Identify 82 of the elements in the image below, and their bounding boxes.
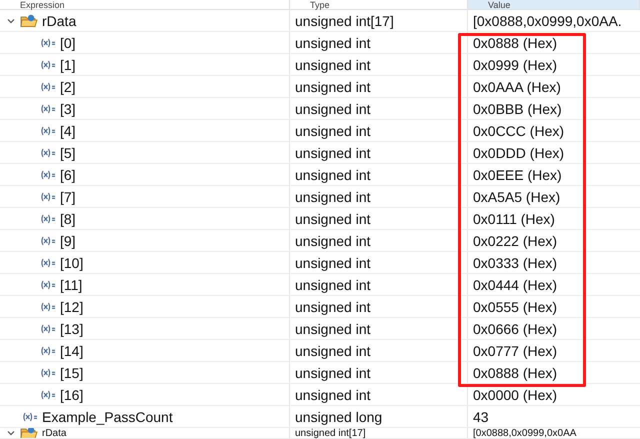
type-cell: unsigned int (290, 274, 468, 295)
expression-text[interactable]: [9] (60, 230, 76, 251)
expression-text[interactable]: [0] (60, 32, 76, 53)
type-cell: unsigned int (290, 340, 468, 361)
variable-icon (40, 214, 56, 224)
type-cell: unsigned int (290, 54, 468, 75)
expression-text[interactable]: [1] (60, 54, 76, 75)
expression-text[interactable]: [3] (60, 98, 76, 119)
variable-icon (40, 346, 56, 356)
value-cell[interactable]: 0x0222 (Hex) (468, 230, 640, 252)
type-cell: unsigned int (290, 208, 468, 229)
variable-icon (40, 170, 56, 180)
variable-icon (40, 302, 56, 312)
type-cell: unsigned int (290, 252, 468, 273)
folder-icon (20, 14, 38, 28)
expression-text[interactable]: [7] (60, 186, 76, 207)
value-cell[interactable]: 0x0888 (Hex) (468, 362, 640, 384)
value-cell[interactable]: 0x0999 (Hex) (468, 54, 640, 76)
variable-icon (40, 258, 56, 268)
type-cell: unsigned int (290, 384, 468, 405)
variable-icon (22, 412, 38, 422)
type-cell: unsigned int (290, 98, 468, 119)
value-cell[interactable]: 0xA5A5 (Hex) (468, 186, 640, 208)
expression-text[interactable]: [5] (60, 142, 76, 163)
type-cell: unsigned int (290, 32, 468, 53)
expression-text[interactable]: [16] (60, 384, 84, 405)
variable-icon (40, 192, 56, 202)
expression-text[interactable]: [2] (60, 76, 76, 97)
variable-icon (40, 148, 56, 158)
variable-icon (40, 368, 56, 378)
column-header[interactable]: Value (468, 0, 640, 9)
variable-icon (40, 104, 56, 114)
expression-text[interactable]: [4] (60, 120, 76, 141)
value-cell[interactable]: 0x0000 (Hex) (468, 384, 640, 406)
type-cell: unsigned int (290, 76, 468, 97)
variable-icon (40, 390, 56, 400)
value-cell[interactable]: 0x0777 (Hex) (468, 340, 640, 362)
expression-text[interactable]: [13] (60, 318, 84, 339)
value-cell[interactable]: 0x0AAA (Hex) (468, 76, 640, 98)
type-cell: unsigned int (290, 362, 468, 383)
variable-icon (40, 82, 56, 92)
value-cell[interactable]: 0x0333 (Hex) (468, 252, 640, 274)
value-cell[interactable]: 43 (468, 406, 640, 428)
value-cell[interactable]: 0x0EEE (Hex) (468, 164, 640, 186)
folder-icon (20, 428, 38, 438)
variable-icon (40, 280, 56, 290)
value-cell[interactable]: 0x0BBB (Hex) (468, 98, 640, 120)
type-cell: unsigned int[17] (290, 428, 468, 438)
type-cell: unsigned int (290, 142, 468, 163)
value-cell[interactable]: 0x0555 (Hex) (468, 296, 640, 318)
variable-icon (40, 60, 56, 70)
value-cell[interactable]: 0x0444 (Hex) (468, 274, 640, 296)
variable-icon (40, 38, 56, 48)
value-cell[interactable]: 0x0666 (Hex) (468, 318, 640, 340)
type-cell: unsigned int (290, 186, 468, 207)
value-cell[interactable]: 0x0CCC (Hex) (468, 120, 640, 142)
value-cell[interactable]: 0x0DDD (Hex) (468, 142, 640, 164)
type-cell: unsigned long (290, 406, 468, 427)
expression-text[interactable]: Example_PassCount (42, 406, 173, 427)
type-cell: unsigned int (290, 164, 468, 185)
expression-text[interactable]: [12] (60, 296, 84, 317)
value-cell[interactable]: 0x0111 (Hex) (468, 208, 640, 230)
variable-icon (40, 324, 56, 334)
expression-text[interactable]: rData (42, 10, 76, 31)
chevron-down-icon[interactable] (6, 428, 16, 438)
variable-icon (40, 236, 56, 246)
expression-text[interactable]: rData (42, 428, 66, 438)
expression-text[interactable]: [10] (60, 252, 84, 273)
expression-text[interactable]: [11] (60, 274, 82, 295)
type-cell: unsigned int (290, 296, 468, 317)
expression-text[interactable]: [6] (60, 164, 76, 185)
value-cell[interactable]: [0x0888,0x0999,0x0AA. (468, 10, 640, 32)
type-cell: unsigned int[17] (290, 10, 468, 31)
variable-icon (40, 126, 56, 136)
value-cell[interactable]: 0x0888 (Hex) (468, 32, 640, 54)
value-cell[interactable]: [0x0888,0x0999,0x0AA (468, 428, 640, 439)
type-cell: unsigned int (290, 120, 468, 141)
expression-text[interactable]: [8] (60, 208, 76, 229)
expression-text[interactable]: [15] (60, 362, 84, 383)
type-cell: unsigned int (290, 318, 468, 339)
type-cell: unsigned int (290, 230, 468, 251)
expression-text[interactable]: [14] (60, 340, 84, 361)
